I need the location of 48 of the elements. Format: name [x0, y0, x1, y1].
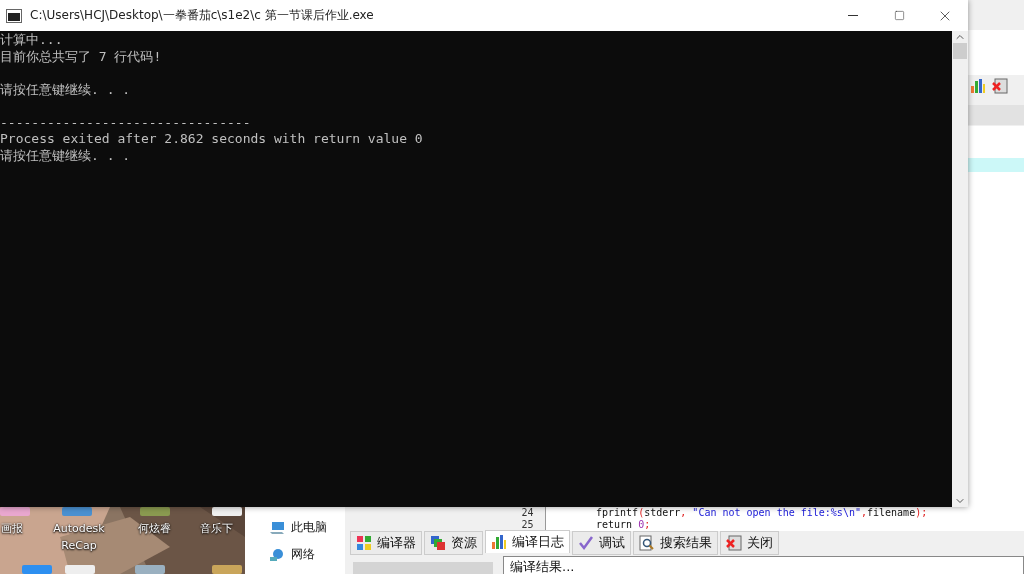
console-line: 目前你总共写了 7 行代码! — [0, 48, 162, 64]
line-number: 24 — [520, 507, 535, 519]
close-icon — [992, 78, 1008, 94]
console-line: 请按任意键继续. . . — [0, 147, 131, 163]
console-line: 请按任意键继续. . . — [0, 81, 131, 97]
bar-chart-icon — [491, 534, 507, 550]
check-icon — [578, 535, 594, 551]
line-number: 25 — [520, 519, 535, 531]
console-line: 计算中... — [0, 32, 63, 47]
panel-tab[interactable]: 搜索结果 — [633, 531, 718, 555]
search-icon — [639, 535, 655, 551]
shortcut-icon[interactable] — [140, 507, 170, 516]
shortcut-label[interactable]: 音乐下 — [187, 520, 245, 537]
shortcut-icon[interactable] — [22, 565, 52, 574]
network-icon — [269, 547, 285, 562]
bar-chart-icon — [970, 78, 986, 94]
shortcut-icon[interactable] — [212, 565, 242, 574]
shortcut-icon[interactable] — [212, 507, 242, 516]
panel-tab[interactable]: 编译器 — [350, 531, 422, 555]
maximize-icon — [893, 10, 905, 21]
nav-item[interactable]: 网络 — [291, 546, 315, 563]
scrollbar[interactable] — [952, 31, 968, 507]
panel-tab[interactable]: 关闭 — [720, 531, 779, 555]
shortcut-label[interactable]: 何炫睿 — [125, 520, 183, 537]
code-line: fprintf(stderr, "Can not open the file:%s\n",filename); — [596, 507, 928, 519]
grid-icon — [356, 535, 372, 551]
console-icon — [6, 8, 22, 23]
shortcut-icon[interactable] — [135, 565, 165, 574]
minimize-icon — [848, 15, 858, 16]
code-line: return 0; — [596, 519, 652, 531]
computer-icon — [269, 520, 285, 535]
close-icon — [726, 535, 742, 551]
compile-log: 编译结果... — [503, 556, 1024, 574]
panel-tab[interactable]: 编译日志 — [485, 530, 570, 553]
shortcut-icon[interactable] — [0, 507, 30, 516]
panel-button[interactable] — [353, 562, 493, 574]
console-line: Process exited after 2.862 seconds with return value 0 — [0, 131, 423, 146]
scroll-thumb[interactable] — [953, 43, 967, 59]
nav-item[interactable]: 此电脑 — [291, 519, 327, 536]
panel-tab[interactable]: 资源 — [424, 531, 483, 555]
editor-background — [968, 126, 1024, 158]
shortcut-icon[interactable] — [62, 507, 92, 516]
window-title: C:\Users\HCJ\Desktop\一拳番茄c\s1e2\c 第一节课后作业.exe — [30, 7, 375, 24]
shortcut-icon[interactable] — [65, 565, 95, 574]
file-tab-bar — [968, 105, 1024, 125]
panel-tab[interactable]: 调试 — [572, 531, 631, 555]
console-line: -------------------------------- — [0, 114, 251, 130]
layers-icon — [430, 535, 446, 551]
